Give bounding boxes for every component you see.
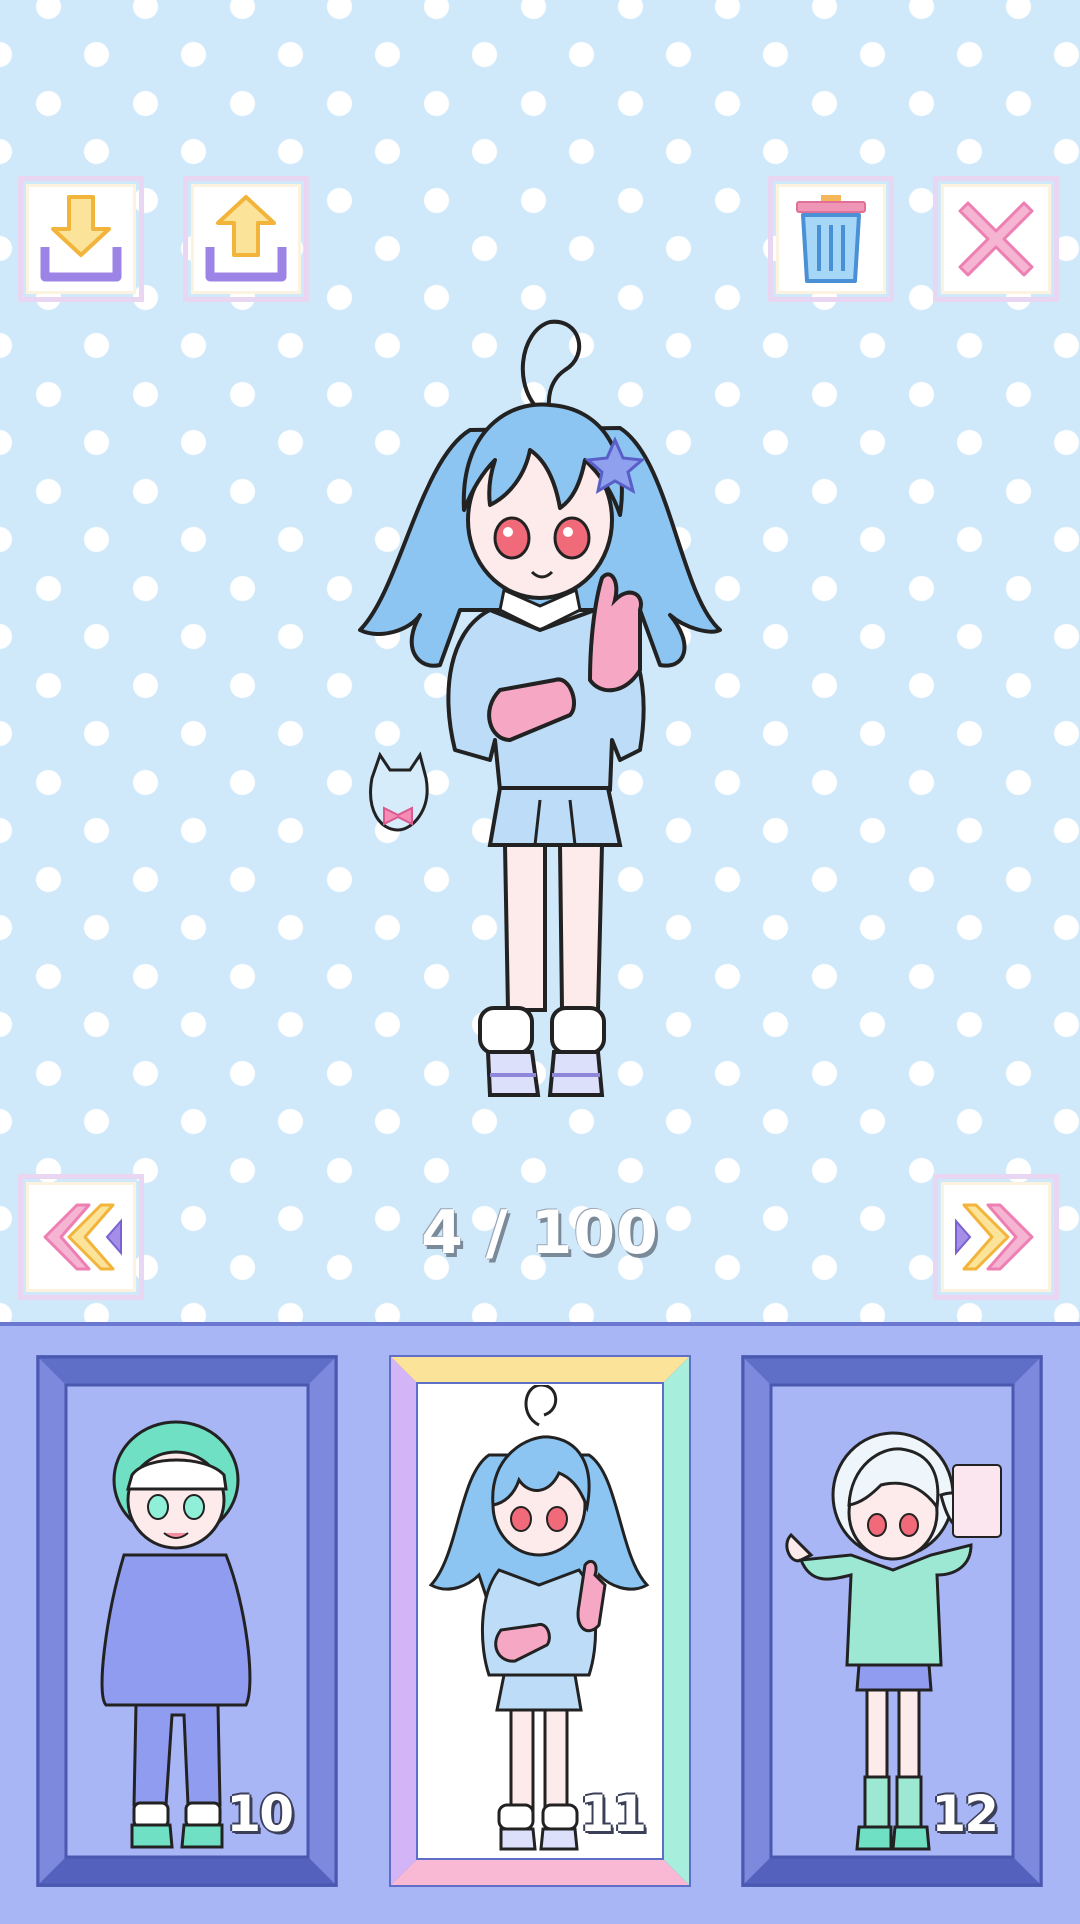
upload-icon (205, 195, 287, 282)
character-slot-12[interactable]: 12 (741, 1355, 1043, 1887)
main-character (358, 319, 722, 1097)
previous-button[interactable] (22, 1178, 140, 1296)
download-icon (40, 195, 122, 282)
slot-number: 12 (931, 1785, 999, 1843)
slot-number: 10 (226, 1785, 294, 1843)
delete-button[interactable] (772, 180, 890, 298)
character-slot-10[interactable]: 10 (36, 1355, 338, 1887)
double-chevron-right-icon (955, 1203, 1034, 1271)
character-slot-11[interactable]: 11 (389, 1355, 691, 1887)
download-button[interactable] (22, 180, 140, 298)
page-counter: 4 / 100 (421, 1198, 659, 1268)
close-x-icon (958, 201, 1034, 277)
dressing-stage: 4 / 100 (0, 0, 1080, 1322)
double-chevron-left-icon (43, 1203, 122, 1271)
upload-button[interactable] (187, 180, 305, 298)
next-button[interactable] (937, 1178, 1055, 1296)
close-button[interactable] (937, 180, 1055, 298)
trash-icon (796, 195, 866, 283)
slot-number: 11 (579, 1785, 647, 1843)
